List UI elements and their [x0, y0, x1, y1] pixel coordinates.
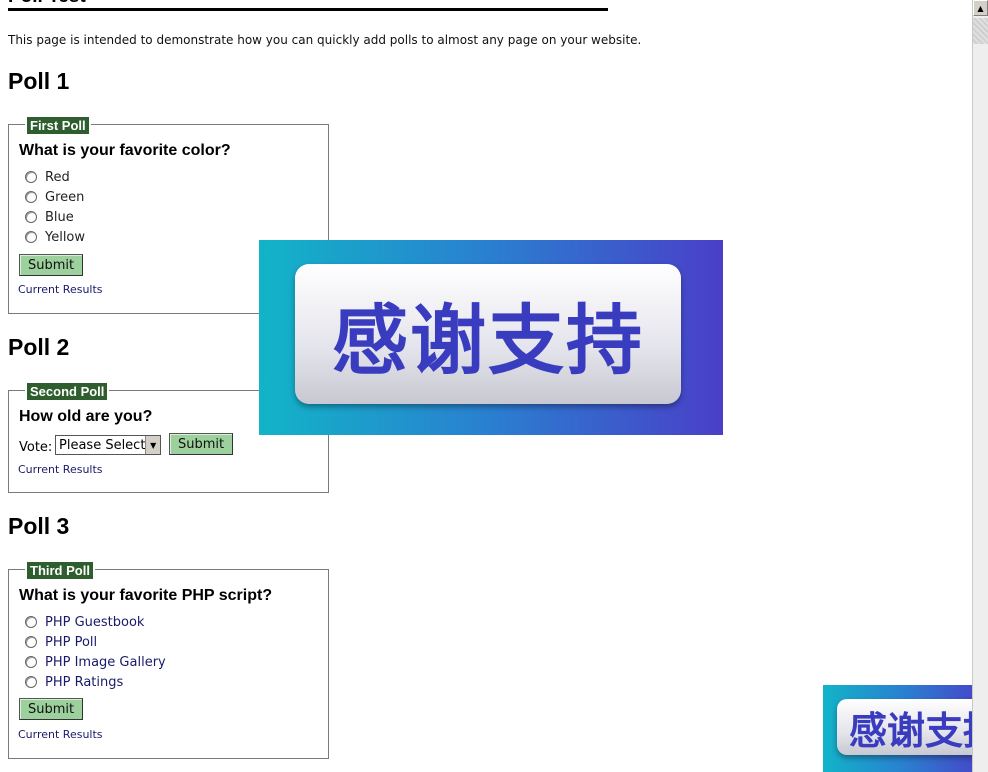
- corner-banner[interactable]: 感谢支持: [823, 685, 988, 772]
- poll-3-heading: Poll 3: [8, 513, 70, 539]
- radio-button[interactable]: [25, 656, 37, 668]
- poll-1-legend: First Poll: [27, 117, 89, 134]
- poll-2-results-link[interactable]: Current Results: [18, 463, 103, 476]
- option-label: Red: [45, 169, 70, 185]
- poll-2-question: How old are you?: [19, 408, 153, 425]
- radio-button[interactable]: [25, 616, 37, 628]
- option-label: Yellow: [45, 229, 86, 245]
- intro-text: This page is intended to demonstrate how…: [8, 33, 642, 47]
- scroll-thumb[interactable]: [973, 18, 988, 44]
- option-label: PHP Guestbook: [45, 614, 145, 630]
- poll-3-legend: Third Poll: [27, 562, 93, 579]
- poll-1-heading: Poll 1: [8, 68, 70, 94]
- chevron-down-icon[interactable]: ▼: [145, 436, 160, 454]
- poll-3-results-link[interactable]: Current Results: [18, 728, 103, 741]
- poll-3-box: Third Poll What is your favorite PHP scr…: [8, 562, 329, 759]
- poll-1-option-red[interactable]: Red: [25, 168, 70, 186]
- poll-1-option-yellow[interactable]: Yellow: [25, 228, 85, 246]
- poll-3-option-poll[interactable]: PHP Poll: [25, 633, 97, 651]
- poll-2-legend: Second Poll: [27, 383, 108, 400]
- vote-label: Vote:: [19, 440, 53, 455]
- option-label: PHP Image Gallery: [45, 654, 166, 670]
- radio-button[interactable]: [25, 231, 37, 243]
- poll-1-question: What is your favorite color?: [19, 142, 231, 159]
- banner-text: 感谢支持: [332, 296, 644, 385]
- radio-button[interactable]: [25, 171, 37, 183]
- poll-3-option-gallery[interactable]: PHP Image Gallery: [25, 653, 166, 671]
- corner-banner-text: 感谢支持: [848, 708, 988, 753]
- poll-1-option-blue[interactable]: Blue: [25, 208, 74, 226]
- option-label: PHP Poll: [45, 634, 98, 650]
- corner-banner-panel: 感谢支持: [837, 699, 988, 755]
- radio-button[interactable]: [25, 636, 37, 648]
- poll-3-option-ratings[interactable]: PHP Ratings: [25, 673, 123, 691]
- poll-2-submit-button[interactable]: Submit: [169, 433, 234, 455]
- option-label: Blue: [45, 209, 74, 225]
- option-label: Green: [45, 189, 85, 205]
- poll-3-submit-button[interactable]: Submit: [19, 698, 84, 720]
- age-select[interactable]: Please Select ▼: [55, 435, 161, 455]
- poll-1-submit-button[interactable]: Submit: [19, 254, 84, 276]
- radio-button[interactable]: [25, 676, 37, 688]
- poll-1-option-green[interactable]: Green: [25, 188, 84, 206]
- radio-button[interactable]: [25, 191, 37, 203]
- poll-2-heading: Poll 2: [8, 334, 70, 360]
- poll-1-results-link[interactable]: Current Results: [18, 283, 103, 296]
- poll-3-question: What is your favorite PHP script?: [19, 587, 273, 604]
- select-value: Please Select: [59, 437, 146, 453]
- option-label: PHP Ratings: [45, 674, 124, 690]
- banner-panel: 感谢支持: [295, 264, 681, 404]
- thanks-banner[interactable]: 感谢支持: [259, 240, 723, 435]
- vertical-scrollbar[interactable]: ▲: [972, 0, 988, 772]
- scroll-up-icon[interactable]: ▲: [973, 0, 988, 16]
- poll-3-option-guestbook[interactable]: PHP Guestbook: [25, 613, 144, 631]
- radio-button[interactable]: [25, 211, 37, 223]
- page-title: Poll Test: [8, 0, 608, 11]
